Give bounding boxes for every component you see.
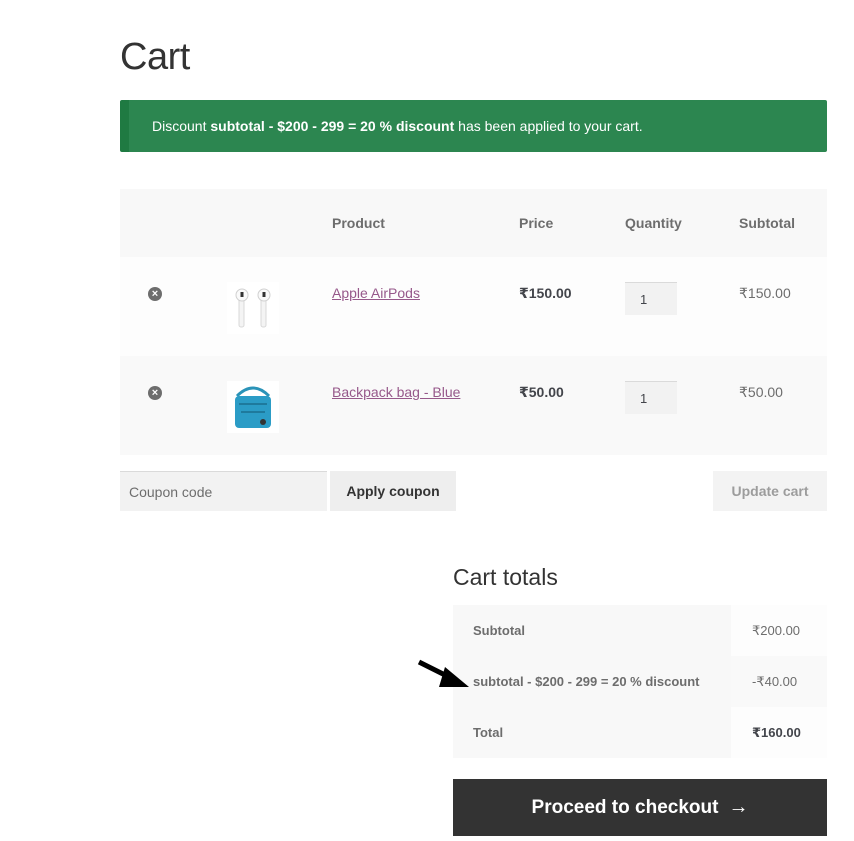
totals-label: Total xyxy=(453,707,731,758)
cart-table-header: Product Price Quantity Subtotal xyxy=(120,189,827,257)
quantity-input[interactable] xyxy=(625,381,677,414)
update-cart-button[interactable]: Update cart xyxy=(713,471,827,511)
coupon-code-input[interactable] xyxy=(120,471,327,511)
header-product: Product xyxy=(332,215,385,231)
totals-row-discount: subtotal - $200 - 299 = 20 % discount -₹… xyxy=(453,656,827,707)
checkout-label: Proceed to checkout xyxy=(531,796,719,818)
cart-item-row: × Apple AirPods ₹150.00 ₹150.00 xyxy=(120,257,827,356)
product-price: ₹50.00 xyxy=(519,384,564,400)
annotation-arrow-icon xyxy=(417,659,469,687)
header-subtotal: Subtotal xyxy=(739,215,795,231)
header-quantity: Quantity xyxy=(625,215,682,231)
totals-row-total: Total ₹160.00 xyxy=(453,707,827,758)
product-price: ₹150.00 xyxy=(519,285,572,301)
remove-item-icon[interactable]: × xyxy=(148,386,162,400)
remove-item-icon[interactable]: × xyxy=(148,287,162,301)
product-link[interactable]: Apple AirPods xyxy=(332,285,420,301)
totals-value: ₹200.00 xyxy=(731,605,827,656)
product-subtotal: ₹150.00 xyxy=(739,285,791,301)
totals-label: subtotal - $200 - 299 = 20 % discount xyxy=(453,656,731,707)
product-link[interactable]: Backpack bag - Blue xyxy=(332,384,460,400)
totals-value: -₹40.00 xyxy=(731,656,827,707)
page-title: Cart xyxy=(120,36,190,78)
cart-totals-table: Subtotal ₹200.00 subtotal - $200 - 299 =… xyxy=(453,605,827,758)
cart-table: Product Price Quantity Subtotal × Apple … xyxy=(120,189,827,455)
quantity-input[interactable] xyxy=(625,282,677,315)
totals-row-subtotal: Subtotal ₹200.00 xyxy=(453,605,827,656)
notice-coupon-name: subtotal - $200 - 299 = 20 % discount xyxy=(210,118,455,134)
cart-totals-title: Cart totals xyxy=(453,564,558,590)
totals-label: Subtotal xyxy=(453,605,731,656)
notice-prefix: Discount xyxy=(152,118,211,134)
proceed-to-checkout-button[interactable]: Proceed to checkout → xyxy=(453,779,827,836)
notice-suffix: has been applied to your cart. xyxy=(454,118,643,134)
cart-item-row: × Backpack bag - Blue ₹50.00 ₹50.00 xyxy=(120,356,827,455)
arrow-right-icon: → xyxy=(728,796,749,818)
totals-value: ₹160.00 xyxy=(731,707,827,758)
product-subtotal: ₹50.00 xyxy=(739,384,783,400)
backpack-thumbnail[interactable] xyxy=(227,381,279,433)
airpods-image xyxy=(235,288,271,328)
apply-coupon-button[interactable]: Apply coupon xyxy=(330,471,456,511)
backpack-image xyxy=(235,386,271,428)
discount-notice: Discount subtotal - $200 - 299 = 20 % di… xyxy=(120,100,827,152)
airpods-thumbnail[interactable] xyxy=(227,282,279,334)
header-price: Price xyxy=(519,215,554,231)
